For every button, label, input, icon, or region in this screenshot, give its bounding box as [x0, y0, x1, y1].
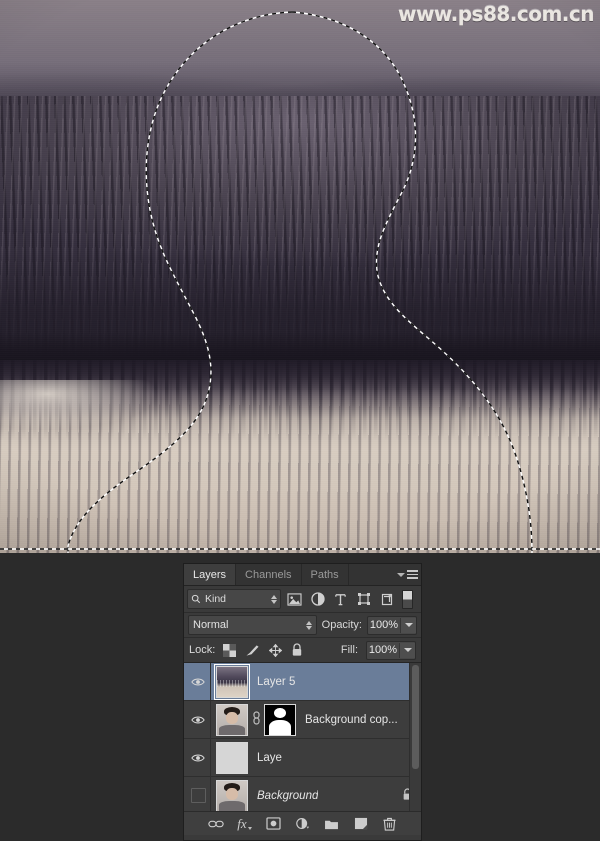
layer-thumbnail[interactable] — [214, 663, 250, 700]
layer-visibility-toggle[interactable] — [186, 663, 211, 700]
layer-visibility-toggle[interactable] — [186, 739, 211, 776]
table-row[interactable]: Background — [184, 777, 421, 811]
smart-object-filter-icon[interactable] — [377, 590, 396, 609]
opacity-dropdown-icon[interactable] — [400, 617, 416, 633]
panel-tab-row[interactable]: Layers Channels Paths — [184, 564, 421, 586]
shape-layer-filter-icon[interactable] — [354, 590, 373, 609]
table-row[interactable]: Laye — [184, 739, 421, 777]
layer-name[interactable]: Laye — [257, 752, 282, 764]
type-layer-filter-icon[interactable] — [331, 590, 350, 609]
lock-image-pixels-icon[interactable] — [245, 644, 260, 657]
layers-panel[interactable]: Layers Channels Paths Kind Normal Opacit… — [183, 563, 422, 841]
marching-ants-selection — [0, 11, 600, 553]
new-fill-adjustment-layer-icon[interactable] — [294, 815, 311, 832]
fill-dropdown-icon[interactable] — [399, 642, 415, 658]
link-mask-icon[interactable] — [252, 711, 261, 728]
fill-value: 100% — [368, 644, 398, 656]
tab-channels[interactable]: Channels — [236, 564, 302, 585]
blend-mode-value: Normal — [193, 619, 229, 631]
layer-style-fx-icon[interactable]: fx — [236, 815, 253, 832]
tab-layers-label: Layers — [193, 568, 227, 581]
lock-label: Lock: — [189, 644, 216, 656]
fx-caret-icon — [247, 827, 252, 830]
panel-menu-icon[interactable] — [397, 567, 418, 582]
opacity-value: 100% — [369, 619, 399, 631]
table-row[interactable]: Background cop... — [184, 701, 421, 739]
scrollbar-thumb[interactable] — [412, 665, 419, 769]
layer-filter-row[interactable]: Kind — [184, 586, 421, 613]
opacity-field[interactable]: 100% — [367, 615, 417, 635]
link-layers-icon[interactable] — [207, 815, 224, 832]
lock-row[interactable]: Lock: Fill: 100% — [184, 638, 421, 663]
layer-list-scrollbar[interactable] — [409, 663, 421, 811]
blend-mode-select[interactable]: Normal — [188, 615, 317, 635]
fill-field[interactable]: 100% — [366, 640, 416, 660]
layer-name[interactable]: Background — [257, 790, 318, 802]
tab-paths[interactable]: Paths — [301, 564, 349, 585]
document-canvas[interactable]: www.ps88.com.cn — [0, 0, 600, 553]
layer-name[interactable]: Background cop... — [305, 714, 398, 726]
layer-visibility-toggle[interactable] — [186, 777, 211, 811]
search-icon — [191, 594, 201, 604]
add-layer-mask-icon[interactable] — [265, 815, 282, 832]
eye-icon — [191, 754, 205, 761]
layer-thumbnail[interactable] — [216, 779, 248, 811]
tab-layers[interactable]: Layers — [184, 564, 237, 585]
new-group-icon[interactable] — [323, 815, 340, 832]
lock-all-icon[interactable] — [291, 643, 303, 657]
lock-position-icon[interactable] — [269, 643, 283, 657]
filter-kind-select[interactable]: Kind — [187, 589, 281, 609]
tab-paths-label: Paths — [310, 568, 339, 581]
panel-menu-lines-icon — [407, 570, 418, 579]
delete-layer-icon[interactable] — [381, 815, 398, 832]
lock-icon-group[interactable] — [223, 643, 303, 657]
pixel-layer-filter-icon[interactable] — [285, 590, 304, 609]
opacity-label: Opacity: — [321, 619, 362, 631]
watermark-text: www.ps88.com.cn — [397, 2, 595, 26]
layers-panel-bottom-bar[interactable]: fx — [184, 811, 421, 835]
new-layer-icon[interactable] — [352, 815, 369, 832]
eye-icon — [191, 678, 205, 685]
layer-visibility-toggle[interactable] — [186, 701, 211, 738]
fill-label: Fill: — [340, 644, 358, 656]
table-row[interactable]: Layer 5 — [184, 663, 421, 701]
fx-label: fx — [237, 816, 247, 831]
blend-mode-stepper-icon[interactable] — [305, 620, 312, 630]
filter-kind-label: Kind — [205, 593, 227, 605]
filter-kind-stepper-icon[interactable] — [271, 594, 277, 604]
adjustment-layer-filter-icon[interactable] — [308, 590, 327, 609]
eye-off-icon — [190, 788, 206, 803]
lock-transparent-pixels-icon[interactable] — [223, 643, 237, 657]
layer-thumbnail[interactable] — [216, 741, 248, 774]
layer-thumbnail[interactable] — [216, 703, 248, 736]
layer-list[interactable]: Layer 5 Background cop... Laye Backgroun… — [184, 663, 421, 811]
filter-toggle-switch[interactable] — [402, 589, 413, 609]
blend-mode-row[interactable]: Normal Opacity: 100% — [184, 613, 421, 638]
tab-channels-label: Channels — [245, 568, 292, 581]
layer-mask-thumbnail[interactable] — [264, 703, 296, 736]
eye-icon — [191, 716, 205, 723]
layer-name[interactable]: Layer 5 — [257, 676, 295, 688]
panel-menu-triangle-icon — [397, 572, 405, 577]
